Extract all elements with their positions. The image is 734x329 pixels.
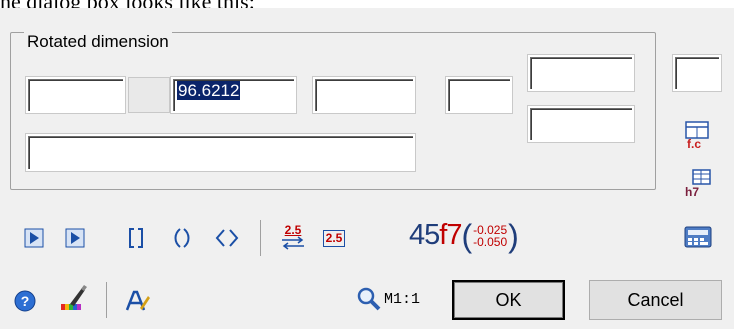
fit-icon-label: f.c	[687, 137, 701, 150]
paintbrush-icon[interactable]	[56, 282, 90, 316]
value-field[interactable]: 96.6212	[170, 76, 297, 114]
text-flip-label: 2.5	[284, 223, 302, 237]
text-frame-icon[interactable]: 2.5	[318, 226, 350, 250]
angle-brackets-icon[interactable]	[212, 224, 242, 252]
fit-designation: f7	[439, 219, 462, 251]
zoom-scale-label[interactable]: M1:1	[384, 291, 420, 308]
square-brackets-icon[interactable]	[123, 224, 149, 252]
deviation-stack: -0.025 -0.050	[473, 224, 507, 248]
table-icon-label: h7	[685, 185, 699, 198]
note-field[interactable]	[25, 133, 416, 172]
svg-text:?: ?	[21, 293, 30, 309]
toolbar-separator	[260, 220, 261, 256]
tolerance-field[interactable]	[445, 76, 513, 114]
text-flip-icon[interactable]: 2.5	[278, 220, 308, 254]
bottom-separator	[106, 282, 107, 318]
side-field[interactable]	[672, 54, 722, 92]
close-paren: )	[508, 217, 519, 254]
fit-calculator-icon[interactable]: f.c	[681, 119, 715, 151]
group-title: Rotated dimension	[24, 32, 172, 52]
zoom-icon[interactable]	[355, 285, 383, 313]
arrow-inside-right-icon[interactable]	[63, 226, 87, 250]
prefix-field[interactable]	[25, 76, 126, 114]
ok-button[interactable]: OK	[452, 280, 565, 320]
text-frame-label: 2.5	[322, 229, 346, 247]
cancel-button[interactable]: Cancel	[589, 280, 722, 320]
lower-deviation-field[interactable]	[527, 105, 635, 143]
symbol-button[interactable]	[128, 77, 170, 113]
open-paren: (	[461, 217, 473, 254]
value-text: 96.6212	[177, 81, 241, 100]
upper-deviation-field[interactable]	[527, 54, 635, 92]
tolerance-preview: 45 f7 ( -0.025 -0.050 )	[409, 219, 519, 252]
suffix-field[interactable]	[312, 76, 416, 114]
arrow-inside-left-icon[interactable]	[22, 226, 46, 250]
help-icon[interactable]: ?	[12, 288, 38, 314]
text-style-icon[interactable]	[122, 286, 152, 316]
upper-deviation-value: -0.025	[473, 222, 508, 237]
round-brackets-icon[interactable]	[169, 224, 195, 252]
calculator-icon[interactable]	[680, 222, 716, 252]
fit-table-icon[interactable]: h7	[681, 167, 715, 199]
nominal-size: 45	[409, 219, 440, 251]
lower-deviation-value: -0.050	[473, 234, 508, 249]
